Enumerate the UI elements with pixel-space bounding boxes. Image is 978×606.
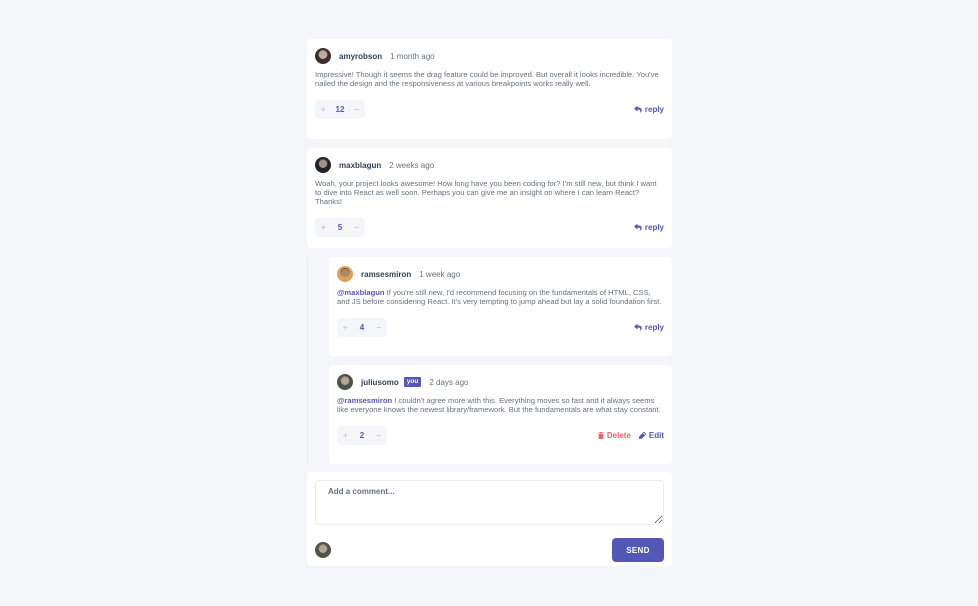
comment-card: amyrobson 1 month ago Impressive! Though…: [307, 39, 672, 139]
comment-date: 1 week ago: [419, 269, 461, 279]
vote-control: + 5 −: [315, 218, 365, 237]
comment-footer: + 2 − Delete Edit: [337, 426, 664, 445]
minus-icon[interactable]: −: [354, 223, 359, 232]
username[interactable]: amyrobson: [339, 52, 382, 61]
username[interactable]: ramsesmiron: [361, 270, 411, 279]
reply-arrow-icon: [634, 106, 642, 113]
reply-label: reply: [644, 323, 664, 332]
comment-header: maxblagun 2 weeks ago: [315, 157, 664, 173]
comment-body: @maxblagun If you're still new, I'd reco…: [337, 288, 664, 306]
send-button[interactable]: SEND: [612, 538, 664, 562]
plus-icon[interactable]: +: [321, 105, 326, 114]
comment-body: Woah, your project looks awesome! How lo…: [315, 179, 664, 206]
comment-body: @ramsesmiron I couldn't agree more with …: [337, 396, 664, 414]
comments-section: amyrobson 1 month ago Impressive! Though…: [307, 39, 672, 566]
comment-date: 1 month ago: [390, 51, 435, 61]
username[interactable]: juliusomo: [361, 378, 399, 387]
reply-card: juliusomo you 2 days ago @ramsesmiron I …: [329, 365, 672, 464]
comment-composer: SEND: [307, 472, 672, 566]
minus-icon[interactable]: −: [354, 105, 359, 114]
comment-footer: + 5 − reply: [315, 218, 664, 237]
comment-card: maxblagun 2 weeks ago Woah, your project…: [307, 148, 672, 248]
comment-header: ramsesmiron 1 week ago: [337, 266, 664, 282]
replies-thread: ramsesmiron 1 week ago @maxblagun If you…: [307, 257, 672, 464]
thread-divider: [307, 257, 308, 464]
mention-link[interactable]: @maxblagun: [337, 288, 385, 297]
avatar: [315, 542, 331, 558]
plus-icon[interactable]: +: [343, 323, 348, 332]
vote-control: + 2 −: [337, 426, 387, 445]
comment-header: amyrobson 1 month ago: [315, 48, 664, 64]
vote-control: + 4 −: [337, 318, 387, 337]
comment-actions: reply: [634, 105, 664, 114]
comment-actions: reply: [634, 223, 664, 232]
avatar: [315, 157, 331, 173]
delete-button[interactable]: Delete: [597, 431, 631, 440]
score: 4: [359, 323, 365, 332]
reply-button[interactable]: reply: [634, 323, 664, 332]
comment-text: If you're still new, I'd recommend focus…: [337, 288, 662, 306]
edit-label: Edit: [648, 431, 664, 440]
comment-text: Woah, your project looks awesome! How lo…: [315, 179, 657, 206]
plus-icon[interactable]: +: [343, 431, 348, 440]
comment-header: juliusomo you 2 days ago: [337, 374, 664, 390]
edit-button[interactable]: Edit: [638, 431, 664, 440]
composer-footer: SEND: [315, 538, 664, 562]
comment-actions: Delete Edit: [597, 431, 664, 440]
minus-icon[interactable]: −: [376, 323, 381, 332]
reply-arrow-icon: [634, 324, 642, 331]
score: 2: [359, 431, 365, 440]
comment-date: 2 weeks ago: [389, 160, 435, 170]
comment-footer: + 4 − reply: [337, 318, 664, 337]
mention-link[interactable]: @ramsesmiron: [337, 396, 392, 405]
username[interactable]: maxblagun: [339, 161, 381, 170]
comment-footer: + 12 − reply: [315, 100, 664, 119]
comment-input[interactable]: [315, 480, 664, 525]
comment-body: Impressive! Though it seems the drag fea…: [315, 70, 664, 88]
avatar: [337, 266, 353, 282]
vote-control: + 12 −: [315, 100, 365, 119]
reply-label: reply: [644, 105, 664, 114]
pencil-icon: [638, 432, 646, 439]
score: 12: [335, 105, 345, 114]
avatar: [315, 48, 331, 64]
reply-button[interactable]: reply: [634, 105, 664, 114]
minus-icon[interactable]: −: [376, 431, 381, 440]
delete-label: Delete: [606, 431, 631, 440]
comment-actions: reply: [634, 323, 664, 332]
reply-card: ramsesmiron 1 week ago @maxblagun If you…: [329, 257, 672, 356]
comment-text: Impressive! Though it seems the drag fea…: [315, 70, 659, 88]
reply-button[interactable]: reply: [634, 223, 664, 232]
plus-icon[interactable]: +: [321, 223, 326, 232]
reply-arrow-icon: [634, 224, 642, 231]
reply-label: reply: [644, 223, 664, 232]
score: 5: [337, 223, 343, 232]
avatar: [337, 374, 353, 390]
comment-date: 2 days ago: [429, 377, 469, 387]
trash-icon: [597, 432, 604, 439]
you-badge: you: [403, 377, 422, 387]
